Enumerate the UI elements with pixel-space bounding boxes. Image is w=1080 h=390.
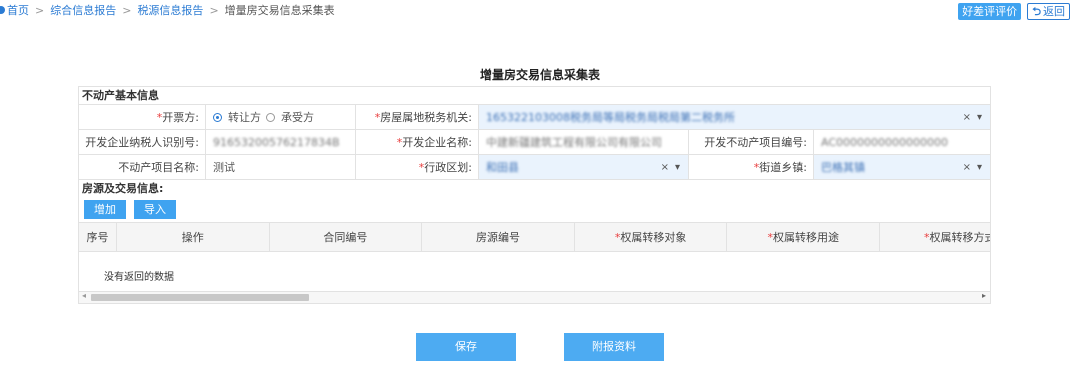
invoicer-label: * 开票方: <box>79 105 206 129</box>
col-transfer-object: * 权属转移对象 <box>575 223 728 251</box>
grid-body: 没有返回的数据 <box>79 252 990 291</box>
breadcrumb-comprehensive-report[interactable]: 综合信息报告 <box>50 2 116 18</box>
col-action: 操作 <box>117 223 270 251</box>
col-transfer-use: * 权属转移用途 <box>727 223 881 251</box>
dropdown-arrow-icon[interactable]: ▾ <box>977 162 982 173</box>
tax-authority-select[interactable]: 165322103008税务局等局税务局税局第二税务所 × ▾ <box>479 105 991 129</box>
scroll-right-icon[interactable]: ▸ <box>982 291 986 300</box>
dropdown-arrow-icon[interactable]: ▾ <box>675 162 680 173</box>
page-title: 增量房交易信息采集表 <box>479 68 600 82</box>
breadcrumb-separator: > <box>35 3 45 17</box>
return-arrow-icon: ⮌ <box>1032 5 1041 18</box>
grid-toolbar: 增加 导入 <box>78 197 991 222</box>
top-actions: 好差评评价 ⮌ 返回 <box>958 3 1070 20</box>
breadcrumb-separator: > <box>209 3 219 17</box>
breadcrumb-separator: > <box>122 3 132 17</box>
project-code-label: 开发不动产项目编号: <box>689 130 814 154</box>
home-icon[interactable] <box>0 6 5 14</box>
rate-button[interactable]: 好差评评价 <box>958 3 1022 20</box>
empty-message: 没有返回的数据 <box>104 272 174 283</box>
district-label: * 行政区划: <box>356 155 479 179</box>
developer-taxid-label: 开发企业纳税人识别号: <box>79 130 206 154</box>
developer-name-field[interactable]: 中建新疆建筑工程有限公司有限公司 <box>479 130 689 154</box>
radio-unchecked-icon <box>266 112 275 122</box>
save-button[interactable]: 保存 <box>416 333 516 361</box>
col-listing-no: 房源编号 <box>422 223 575 251</box>
street-town-value: 巴格其镇 <box>821 161 865 174</box>
collection-form: 不动产基本信息 * 开票方: 转让方 承受方 * 房屋属地税务机关: 1653221… <box>78 86 991 304</box>
import-button[interactable]: 导入 <box>134 200 176 219</box>
section-title-property-info: 不动产基本信息 <box>78 87 991 105</box>
form-row-developer: 开发企业纳税人识别号: 91653200576217834B * 开发企业名称: … <box>78 130 991 155</box>
radio-checked-icon <box>213 112 222 122</box>
street-town-label: * 街道乡镇: <box>689 155 814 179</box>
tax-authority-value: 165322103008税务局等局税务局税局第二税务所 <box>486 111 735 124</box>
developer-name-label: * 开发企业名称: <box>356 130 479 154</box>
breadcrumb: 首页 > 综合信息报告 > 税源信息报告 > 增量房交易信息采集表 <box>0 2 335 18</box>
horizontal-scrollbar[interactable]: ◂ ▸ <box>79 291 990 303</box>
breadcrumb-tax-source-report[interactable]: 税源信息报告 <box>137 2 203 18</box>
project-name-field[interactable]: 测试 <box>206 155 356 179</box>
scroll-left-icon[interactable]: ◂ <box>82 291 86 300</box>
section-title-listing: 房源及交易信息: <box>78 180 991 197</box>
radio-transferee[interactable]: 承受方 <box>266 109 314 125</box>
col-contract-no: 合同编号 <box>270 223 423 251</box>
bottom-actions: 保存 附报资料 <box>0 333 1080 361</box>
developer-taxid-field[interactable]: 91653200576217834B <box>206 130 356 154</box>
project-name-label: 不动产项目名称: <box>79 155 206 179</box>
col-index: 序号 <box>79 223 117 251</box>
grid-header: 序号 操作 合同编号 房源编号 * 权属转移对象 * 权属转移用途 * 权属转移方式 <box>79 223 990 252</box>
attach-docs-button[interactable]: 附报资料 <box>564 333 664 361</box>
invoicer-radio-group: 转让方 承受方 <box>206 105 356 129</box>
street-town-select[interactable]: 巴格其镇 × ▾ <box>814 155 991 179</box>
radio-transferor[interactable]: 转让方 <box>213 109 261 125</box>
back-button-label: 返回 <box>1043 5 1065 18</box>
form-row-project: 不动产项目名称: 测试 * 行政区划: 和田县 × ▾ * 街道乡镇: 巴格其镇 × ▾ <box>78 155 991 180</box>
form-row-invoice: * 开票方: 转让方 承受方 * 房屋属地税务机关: 165322103008税务局… <box>78 105 991 130</box>
district-select[interactable]: 和田县 × ▾ <box>479 155 689 179</box>
tax-authority-label: * 房屋属地税务机关: <box>356 105 479 129</box>
clear-icon[interactable]: × <box>963 112 971 123</box>
district-value: 和田县 <box>486 161 519 174</box>
back-button[interactable]: ⮌ 返回 <box>1027 3 1070 20</box>
dropdown-arrow-icon[interactable]: ▾ <box>977 112 982 123</box>
clear-icon[interactable]: × <box>661 162 669 173</box>
project-code-field[interactable]: AC0000000000000000 <box>814 130 991 154</box>
listing-grid: 序号 操作 合同编号 房源编号 * 权属转移对象 * 权属转移用途 * 权属转移方式 … <box>78 222 991 304</box>
col-transfer-method: * 权属转移方式 <box>924 230 991 245</box>
scrollbar-thumb[interactable] <box>91 294 309 301</box>
breadcrumb-home[interactable]: 首页 <box>7 2 29 18</box>
breadcrumb-current: 增量房交易信息采集表 <box>224 4 335 17</box>
clear-icon[interactable]: × <box>963 162 971 173</box>
add-button[interactable]: 增加 <box>84 200 126 219</box>
